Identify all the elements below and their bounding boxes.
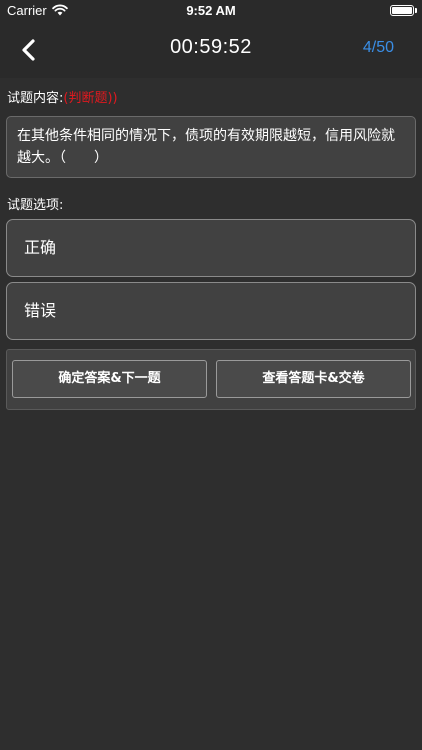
- exam-content: 试题内容:(判断题)) 在其他条件相同的情况下，债项的有效期限越短，信用风险就越…: [0, 78, 422, 750]
- option-false[interactable]: 错误: [6, 282, 416, 340]
- question-label: 试题内容:(判断题)): [7, 87, 118, 106]
- question-label-text: 试题内容:: [7, 91, 64, 106]
- question-text: 在其他条件相同的情况下，债项的有效期限越短，信用风险就越大。（ ）: [6, 116, 416, 178]
- back-button[interactable]: [14, 34, 46, 66]
- status-bar: Carrier 9:52 AM: [0, 0, 422, 22]
- options-label: 试题选项:: [7, 198, 64, 213]
- question-progress: 4/50: [362, 39, 394, 56]
- chevron-left-icon: [22, 39, 35, 61]
- status-time: 9:52 AM: [186, 3, 236, 18]
- battery-tip: [415, 8, 417, 13]
- countdown-timer: 00:59:52: [170, 36, 252, 58]
- answer-card-submit-button[interactable]: 查看答题卡&交卷: [216, 360, 411, 398]
- navigation-bar: 00:59:52 4/50: [0, 22, 422, 78]
- confirm-next-button[interactable]: 确定答案&下一题: [12, 360, 207, 398]
- question-type: (判断题)): [63, 91, 118, 106]
- option-true[interactable]: 正确: [6, 219, 416, 277]
- battery-icon: [390, 5, 414, 16]
- action-panel: 确定答案&下一题 查看答题卡&交卷: [6, 349, 416, 410]
